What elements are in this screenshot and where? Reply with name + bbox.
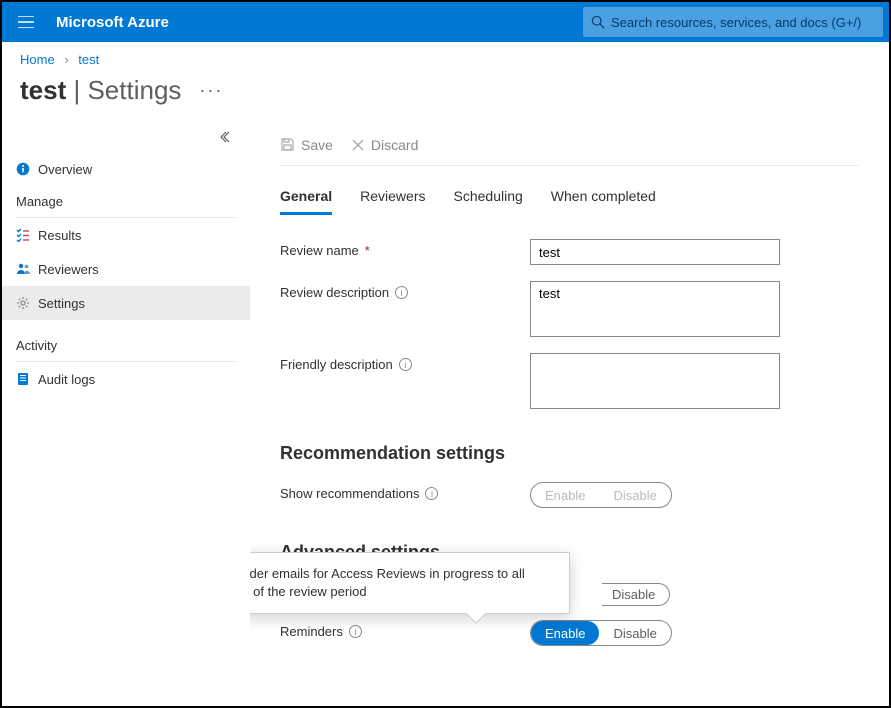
sidebar: Overview Manage Results Reviewers Settin… — [2, 124, 250, 700]
sidebar-item-overview[interactable]: Overview — [2, 152, 250, 186]
info-icon — [16, 162, 38, 176]
tab-scheduling[interactable]: Scheduling — [454, 188, 523, 215]
review-name-input[interactable] — [530, 239, 780, 265]
tab-general[interactable]: General — [280, 188, 332, 215]
info-icon[interactable]: i — [399, 358, 412, 371]
info-icon[interactable]: i — [349, 625, 362, 638]
save-icon — [280, 137, 295, 152]
sidebar-item-audit-logs[interactable]: Audit logs — [2, 362, 250, 396]
friendly-description-input[interactable] — [530, 353, 780, 409]
sidebar-item-label: Settings — [38, 296, 85, 311]
show-recommendations-toggle: Enable Disable — [530, 482, 672, 508]
hamburger-menu-icon[interactable] — [2, 2, 50, 42]
review-description-label: Review description i — [280, 281, 530, 300]
reminders-label: Reminders i — [280, 620, 530, 639]
tabs: General Reviewers Scheduling When comple… — [280, 188, 859, 215]
show-recommendations-label: Show recommendations i — [280, 482, 530, 501]
global-search[interactable] — [583, 7, 883, 37]
sidebar-item-label: Overview — [38, 162, 92, 177]
sidebar-group-manage: Manage — [2, 186, 250, 215]
save-label: Save — [301, 137, 333, 153]
toggle-enable[interactable]: Enable — [531, 621, 599, 645]
global-search-input[interactable] — [611, 15, 875, 30]
tooltip-callout: Azure AD will send reminder emails for A… — [250, 552, 570, 614]
save-button[interactable]: Save — [280, 137, 333, 153]
toggle-enable: Enable — [531, 483, 599, 507]
toggle-disable: Disable — [599, 483, 670, 507]
collapse-sidebar-icon[interactable] — [220, 130, 234, 147]
discard-button[interactable]: Discard — [351, 137, 418, 153]
sidebar-item-results[interactable]: Results — [2, 218, 250, 252]
friendly-description-label: Friendly description i — [280, 353, 530, 372]
breadcrumb-home[interactable]: Home — [20, 52, 55, 67]
sidebar-item-label: Audit logs — [38, 372, 95, 387]
sidebar-item-label: Reviewers — [38, 262, 99, 277]
sidebar-group-activity: Activity — [2, 330, 250, 359]
breadcrumb-current[interactable]: test — [78, 52, 99, 67]
breadcrumb: Home › test — [2, 42, 889, 71]
people-icon — [16, 262, 38, 276]
reminders-toggle[interactable]: Enable Disable — [530, 620, 672, 646]
more-actions-icon[interactable]: ··· — [199, 80, 223, 101]
obscured-toggle-disable[interactable]: Disable — [602, 583, 670, 606]
sidebar-item-reviewers[interactable]: Reviewers — [2, 252, 250, 286]
review-name-label: Review name * — [280, 239, 530, 258]
row-friendly-description: Friendly description i — [280, 353, 859, 409]
checklist-icon — [16, 228, 38, 242]
row-show-recommendations: Show recommendations i Enable Disable — [280, 482, 859, 508]
info-icon[interactable]: i — [395, 286, 408, 299]
top-bar: Microsoft Azure — [2, 2, 889, 42]
toggle-disable[interactable]: Disable — [599, 621, 670, 645]
discard-label: Discard — [371, 137, 418, 153]
command-bar: Save Discard — [280, 124, 859, 166]
log-icon — [16, 372, 38, 386]
info-icon[interactable]: i — [425, 487, 438, 500]
chevron-right-icon: › — [64, 52, 68, 67]
content-area: Save Discard General Reviewers Schedulin… — [250, 124, 889, 700]
close-icon — [351, 138, 365, 152]
sidebar-item-label: Results — [38, 228, 81, 243]
row-review-name: Review name * — [280, 239, 859, 265]
page-title: test | Settings — [20, 75, 181, 106]
sidebar-item-settings[interactable]: Settings — [2, 286, 250, 320]
gear-icon — [16, 296, 38, 310]
brand-label: Microsoft Azure — [50, 14, 169, 31]
required-marker: * — [365, 243, 370, 258]
page-title-bar: test | Settings ··· — [2, 71, 889, 124]
section-recommendation-settings: Recommendation settings — [280, 443, 859, 464]
tab-when-completed[interactable]: When completed — [551, 188, 656, 215]
tooltip-text: Azure AD will send reminder emails for A… — [250, 566, 525, 599]
row-reminders: Reminders i Enable Disable — [280, 620, 859, 646]
row-review-description: Review description i test — [280, 281, 859, 337]
search-icon — [591, 15, 605, 29]
review-description-input[interactable]: test — [530, 281, 780, 337]
tab-reviewers[interactable]: Reviewers — [360, 188, 425, 215]
